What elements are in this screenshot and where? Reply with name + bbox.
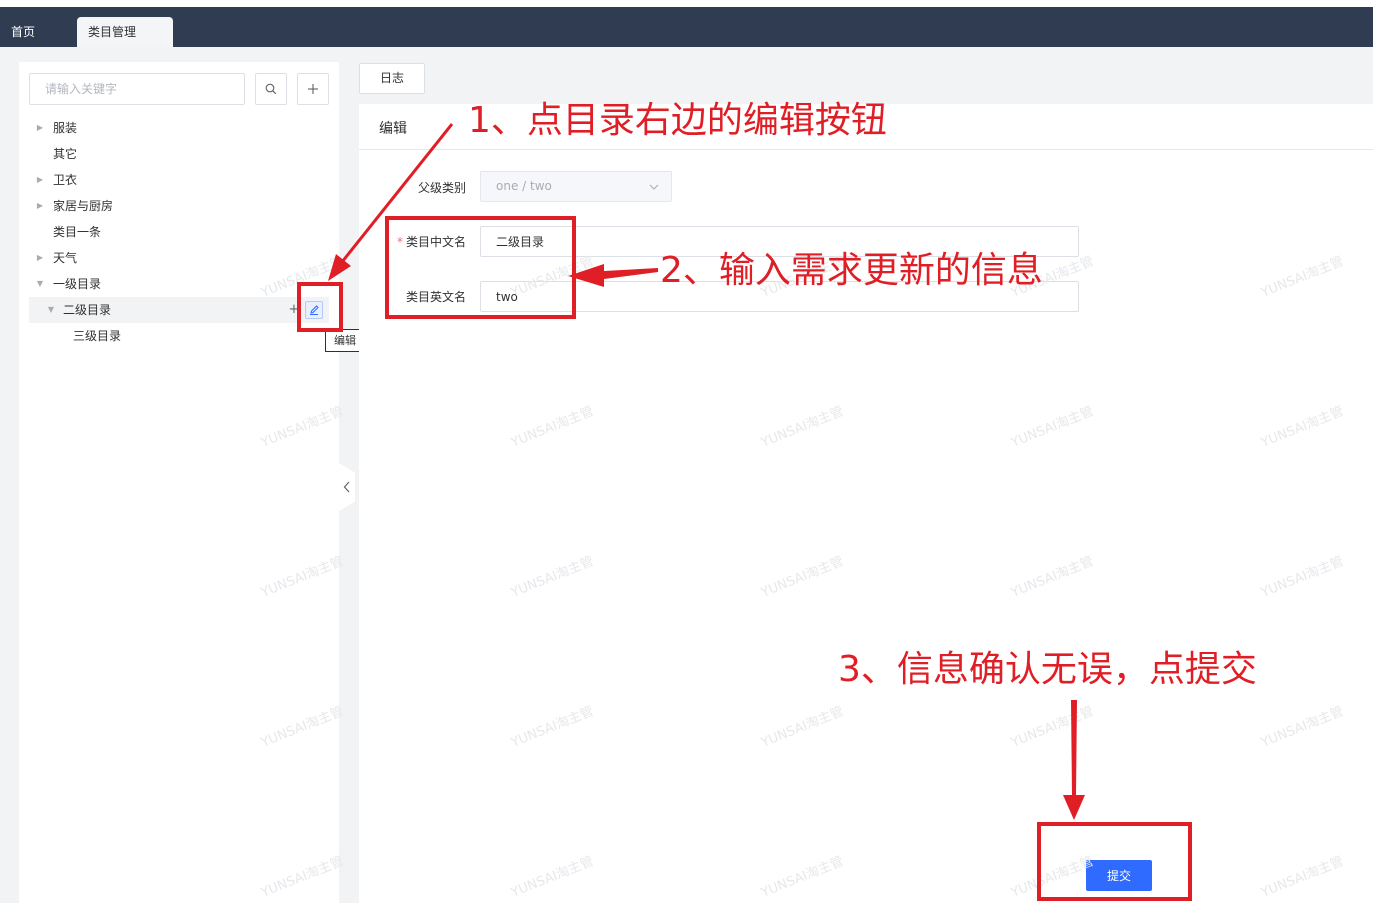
tree-node-selected[interactable]: ▼ 二级目录 + xyxy=(29,297,329,323)
tree-node-label: 二级目录 xyxy=(63,303,112,317)
add-category-button[interactable] xyxy=(297,73,329,105)
chevron-down-icon xyxy=(649,184,659,190)
tab-home[interactable]: 首页 xyxy=(0,17,70,47)
parent-category-select[interactable]: one / two xyxy=(480,171,672,202)
plus-icon xyxy=(308,84,318,94)
parent-category-value: one / two xyxy=(496,179,552,193)
annotation-step3: 3、信息确认无误，点提交 xyxy=(838,649,1257,690)
annotation-step2: 2、输入需求更新的信息 xyxy=(660,250,1043,291)
tree-node[interactable]: ▶ 服装 xyxy=(29,115,329,141)
annotation-box-submit xyxy=(1037,822,1192,901)
tree-node-label: 卫衣 xyxy=(53,173,78,187)
tree-node[interactable]: ▶ 天气 xyxy=(29,245,329,271)
tree-node[interactable]: ▼ 一级目录 xyxy=(29,271,329,297)
keyword-search-input[interactable] xyxy=(29,73,245,105)
tree-node-label: 类目一条 xyxy=(53,225,102,239)
chevron-left-icon xyxy=(343,481,350,493)
caret-right-icon[interactable]: ▶ xyxy=(35,245,45,271)
caret-down-icon[interactable]: ▼ xyxy=(46,297,56,323)
tree-node[interactable]: ▶ 卫衣 xyxy=(29,167,329,193)
tree-node[interactable]: 其它 xyxy=(29,141,329,167)
caret-right-icon[interactable]: ▶ xyxy=(35,193,45,219)
tab-bar: 首页 类目管理 xyxy=(0,7,1373,47)
tree-node-label: 其它 xyxy=(53,147,78,161)
caret-right-icon[interactable]: ▶ xyxy=(35,167,45,193)
caret-right-icon[interactable]: ▶ xyxy=(35,115,45,141)
annotation-box-form xyxy=(385,216,576,319)
panel-title: 编辑 xyxy=(379,121,407,137)
annotation-step1: 1、点目录右边的编辑按钮 xyxy=(468,100,887,141)
top-strip xyxy=(0,0,1373,7)
tree-node-label: 一级目录 xyxy=(53,277,102,291)
tree-node-label: 三级目录 xyxy=(73,329,122,343)
caret-down-icon[interactable]: ▼ xyxy=(35,271,45,297)
tree-node-label: 天气 xyxy=(53,251,78,265)
tab-category-management[interactable]: 类目管理 xyxy=(77,17,173,47)
parent-category-label: 父级类别 xyxy=(417,181,466,195)
search-button[interactable] xyxy=(255,73,287,105)
tree-node-label: 服装 xyxy=(53,121,78,135)
annotation-box-edit xyxy=(297,282,343,332)
tree-node[interactable]: 类目一条 xyxy=(29,219,329,245)
log-tab-button[interactable]: 日志 xyxy=(359,63,425,94)
search-icon xyxy=(265,83,277,95)
tree-node-label: 家居与厨房 xyxy=(53,199,114,213)
tree-node[interactable]: 三级目录 xyxy=(29,323,329,349)
tree-node[interactable]: ▶ 家居与厨房 xyxy=(29,193,329,219)
